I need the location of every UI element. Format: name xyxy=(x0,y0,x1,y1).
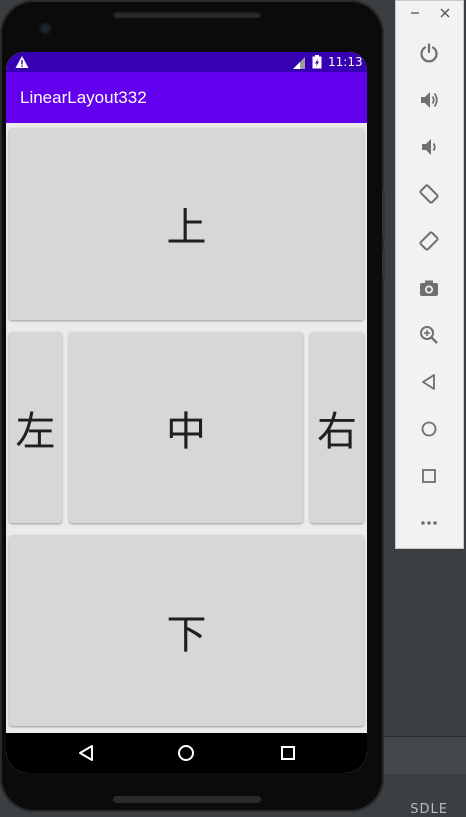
close-button[interactable] xyxy=(438,5,452,21)
rotate-left-button[interactable] xyxy=(413,178,445,210)
linear-layout-content: 上 左 中 右 下 xyxy=(6,123,367,733)
close-icon xyxy=(440,8,450,18)
device-screen: 11:13 LinearLayout332 上 左 中 右 下 xyxy=(6,52,367,773)
navigation-bar xyxy=(6,733,367,773)
side-button-power[interactable] xyxy=(382,190,385,238)
back-icon xyxy=(422,374,435,390)
speaker-grille-bottom xyxy=(113,796,261,803)
status-time: 11:13 xyxy=(328,55,363,69)
app-title: LinearLayout332 xyxy=(20,88,147,107)
volume-down-icon xyxy=(422,139,436,155)
more-button[interactable] xyxy=(413,507,445,539)
phone-frame: 11:13 LinearLayout332 上 左 中 右 下 xyxy=(0,0,385,812)
ide-panel-strip xyxy=(380,736,466,775)
side-button-volume[interactable] xyxy=(382,250,385,278)
zoom-button[interactable] xyxy=(413,319,445,351)
overview-icon xyxy=(422,469,436,483)
camera-icon xyxy=(420,280,438,296)
volume-up-button[interactable] xyxy=(413,84,445,116)
status-bar: 11:13 xyxy=(6,52,367,72)
app-bar: LinearLayout332 xyxy=(6,72,367,123)
minimize-icon xyxy=(411,12,419,14)
battery-icon xyxy=(312,55,322,69)
emulator-toolbar xyxy=(395,0,464,549)
minimize-button[interactable] xyxy=(408,5,422,21)
power-button[interactable] xyxy=(413,37,445,69)
ide-status-text: SDLE xyxy=(410,802,448,817)
center-button[interactable]: 中 xyxy=(69,332,303,523)
home-icon[interactable] xyxy=(177,744,195,762)
back-icon[interactable] xyxy=(77,744,95,762)
warning-icon xyxy=(15,56,29,68)
power-icon xyxy=(420,43,438,63)
volume-up-icon xyxy=(421,92,438,108)
home-icon xyxy=(421,421,437,437)
right-button[interactable]: 右 xyxy=(310,332,364,523)
up-button[interactable]: 上 xyxy=(9,128,364,320)
volume-down-button[interactable] xyxy=(413,131,445,163)
speaker-grille-top xyxy=(113,11,261,18)
down-button[interactable]: 下 xyxy=(9,535,364,726)
ide-status-bar: SDLE xyxy=(380,774,466,817)
zoom-icon xyxy=(420,326,438,344)
recents-icon[interactable] xyxy=(279,744,297,762)
rotate-right-button[interactable] xyxy=(413,225,445,257)
front-camera xyxy=(41,24,50,33)
toolbar-back-button[interactable] xyxy=(413,366,445,398)
toolbar-home-button[interactable] xyxy=(413,413,445,445)
rotate-left-icon xyxy=(419,184,439,204)
toolbar-overview-button[interactable] xyxy=(413,460,445,492)
more-icon xyxy=(421,521,437,525)
signal-icon xyxy=(293,57,305,69)
screenshot-button[interactable] xyxy=(413,272,445,304)
rotate-right-icon xyxy=(419,231,439,251)
left-button[interactable]: 左 xyxy=(9,332,62,523)
